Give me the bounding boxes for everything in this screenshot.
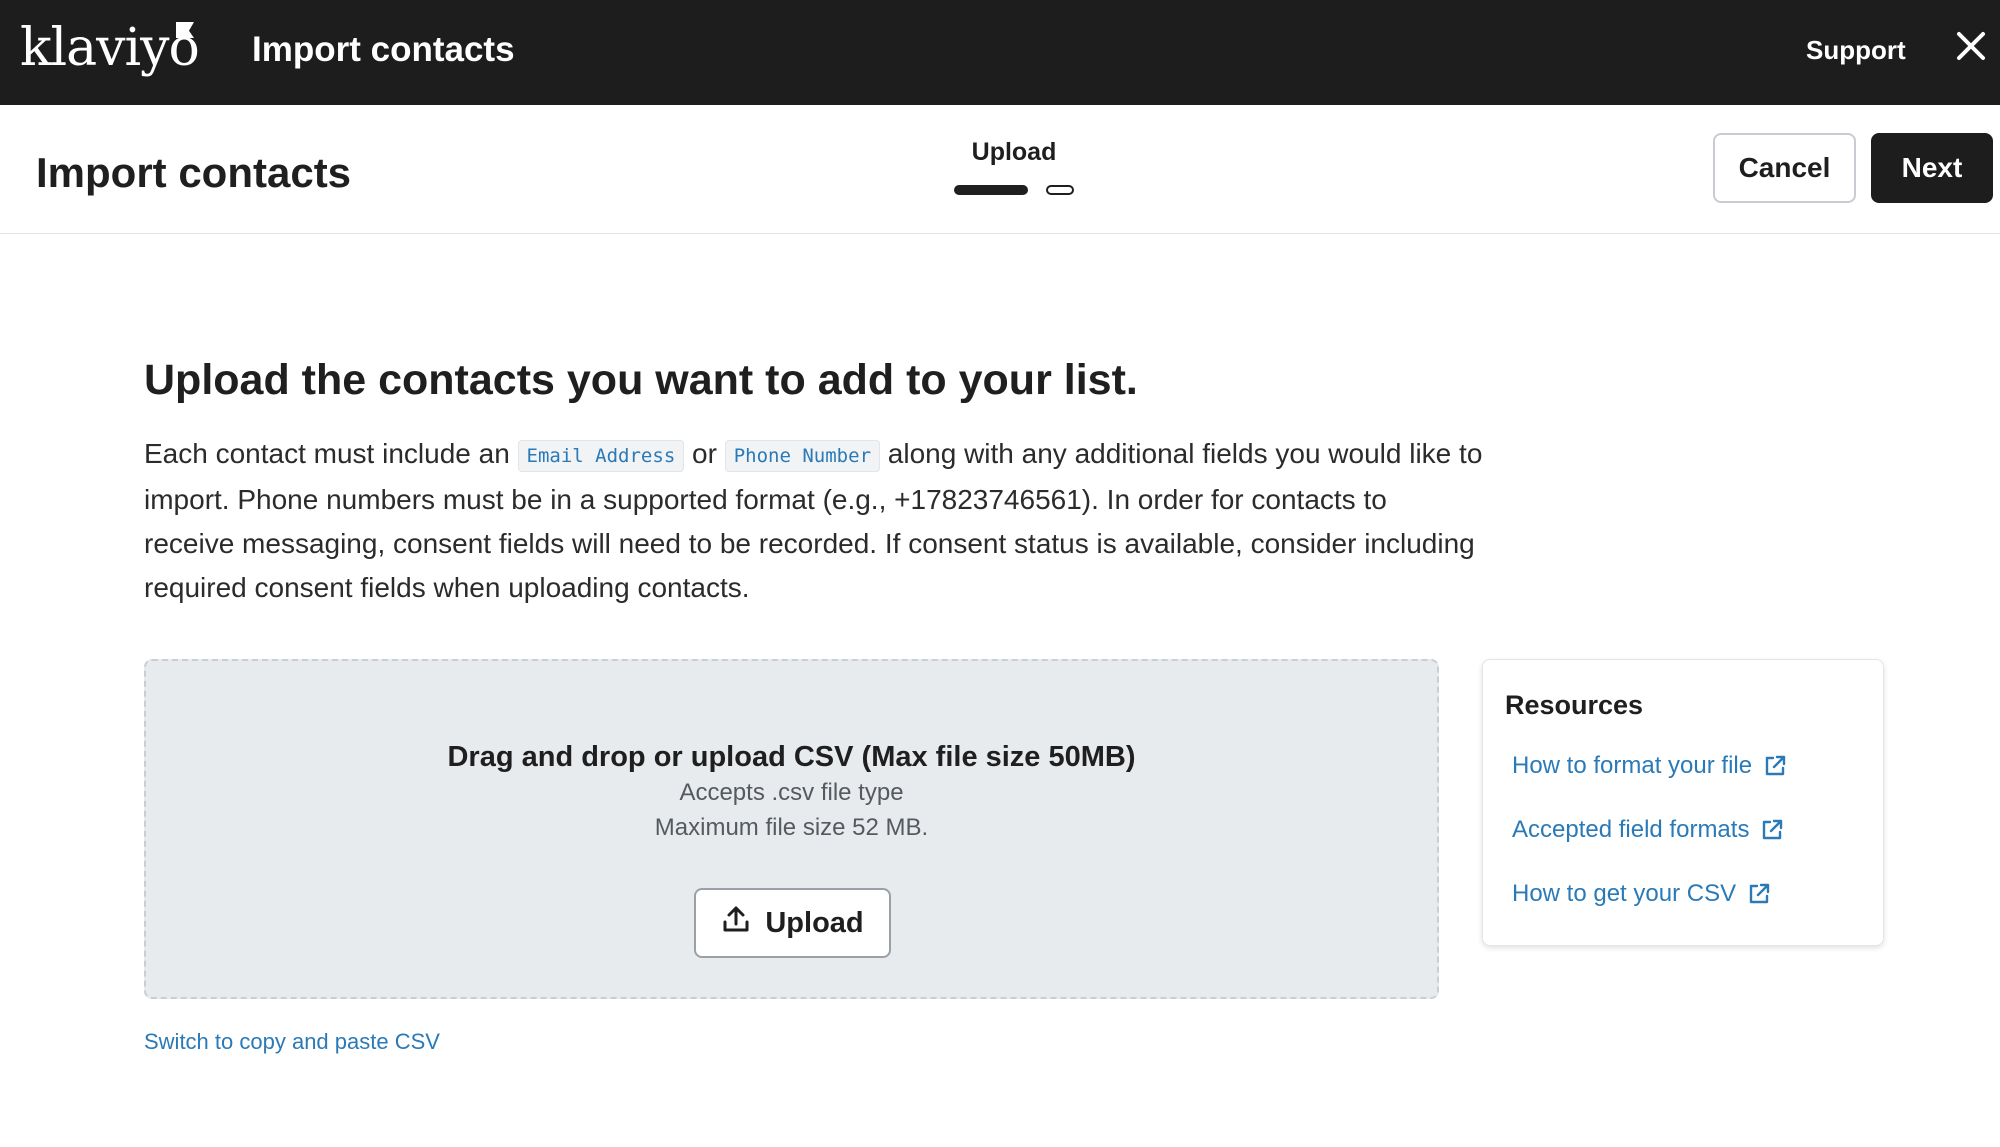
page-title: Import contacts bbox=[36, 149, 352, 196]
resource-link-field-formats[interactable]: Accepted field formats bbox=[1512, 816, 1785, 844]
klaviyo-logo[interactable]: klaviyo bbox=[20, 18, 200, 78]
switch-to-paste-link[interactable]: Switch to copy and paste CSV bbox=[144, 1029, 440, 1055]
desc-or: or bbox=[684, 438, 725, 469]
upload-button-label: Upload bbox=[765, 906, 864, 939]
page-header: Import contacts Upload Cancel Next bbox=[0, 105, 2000, 234]
dropzone-title: Drag and drop or upload CSV (Max file si… bbox=[447, 741, 1136, 773]
resource-link-get-csv[interactable]: How to get your CSV bbox=[1512, 880, 1772, 908]
cancel-button[interactable]: Cancel bbox=[1713, 133, 1856, 203]
section-heading: Upload the contacts you want to add to y… bbox=[144, 356, 1138, 404]
external-link-icon bbox=[1759, 817, 1785, 843]
resources-card: Resources How to format your file Accept… bbox=[1482, 659, 1884, 946]
step-label: Upload bbox=[971, 138, 1057, 166]
step-indicator-active bbox=[954, 185, 1028, 195]
desc-part-1: Each contact must include an bbox=[144, 438, 518, 469]
resource-link-format-file[interactable]: How to format your file bbox=[1512, 752, 1788, 780]
resource-link-label: How to format your file bbox=[1512, 752, 1753, 779]
instructions-text: Each contact must include an Email Addre… bbox=[144, 432, 1484, 610]
app-title: Import contacts bbox=[252, 30, 515, 69]
next-button[interactable]: Next bbox=[1871, 133, 1993, 203]
top-bar: klaviyo Import contacts Support bbox=[0, 0, 2000, 105]
dropzone-max-size: Maximum file size 52 MB. bbox=[654, 814, 929, 841]
external-link-icon bbox=[1746, 881, 1772, 907]
upload-icon bbox=[721, 904, 751, 942]
step-indicator-inactive bbox=[1046, 185, 1074, 195]
email-address-chip: Email Address bbox=[517, 439, 685, 472]
support-link[interactable]: Support bbox=[1806, 30, 1906, 70]
phone-number-chip: Phone Number bbox=[724, 439, 881, 472]
upload-button[interactable]: Upload bbox=[694, 888, 891, 958]
external-link-icon bbox=[1762, 753, 1788, 779]
close-icon[interactable] bbox=[1955, 30, 1987, 62]
resource-link-label: How to get your CSV bbox=[1512, 880, 1737, 907]
csv-dropzone[interactable]: Drag and drop or upload CSV (Max file si… bbox=[144, 659, 1439, 999]
resources-title: Resources bbox=[1505, 690, 1644, 720]
dropzone-accepts: Accepts .csv file type bbox=[679, 779, 904, 806]
resource-link-label: Accepted field formats bbox=[1512, 816, 1750, 843]
